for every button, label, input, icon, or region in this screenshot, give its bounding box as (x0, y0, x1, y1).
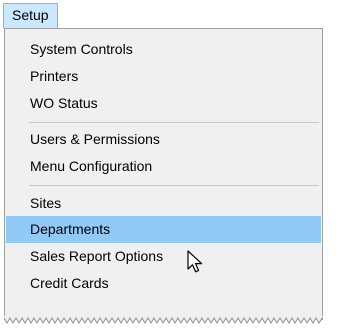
menu-item-credit-cards[interactable]: Credit Cards (6, 270, 321, 297)
menu-item-label: WO Status (30, 95, 98, 111)
menu-item-departments[interactable]: Departments (6, 216, 321, 243)
menu-separator (29, 122, 319, 123)
mouse-pointer-icon (187, 250, 203, 273)
setup-dropdown-menu: System Controls Printers WO Status Users… (4, 28, 323, 320)
menu-item-sites[interactable]: Sites (6, 190, 321, 217)
menu-torn-edge (4, 316, 323, 324)
menu-item-label: System Controls (30, 41, 133, 57)
menu-bar: Setup (0, 0, 345, 28)
menu-item-label: Menu Configuration (30, 158, 153, 174)
window: Setup System Controls Printers WO Status… (0, 0, 345, 332)
menu-item-users-permissions[interactable]: Users & Permissions (6, 126, 321, 153)
menu-item-label: Credit Cards (30, 275, 109, 291)
menu-item-printers[interactable]: Printers (6, 63, 321, 90)
menu-item-label: Sites (30, 195, 62, 211)
menu-item-label: Users & Permissions (30, 131, 160, 147)
menu-item-label: Departments (30, 221, 111, 237)
menu-setup[interactable]: Setup (3, 3, 58, 28)
menu-item-wo-status[interactable]: WO Status (6, 90, 321, 117)
menu-item-label: Sales Report Options (30, 248, 164, 264)
menu-item-menu-configuration[interactable]: Menu Configuration (6, 153, 321, 180)
menu-item-sales-report-options[interactable]: Sales Report Options (6, 243, 321, 270)
menu-setup-label: Setup (12, 7, 49, 23)
menu-separator (29, 185, 319, 186)
menu-item-system-controls[interactable]: System Controls (6, 36, 321, 63)
menu-item-label: Printers (30, 68, 79, 84)
